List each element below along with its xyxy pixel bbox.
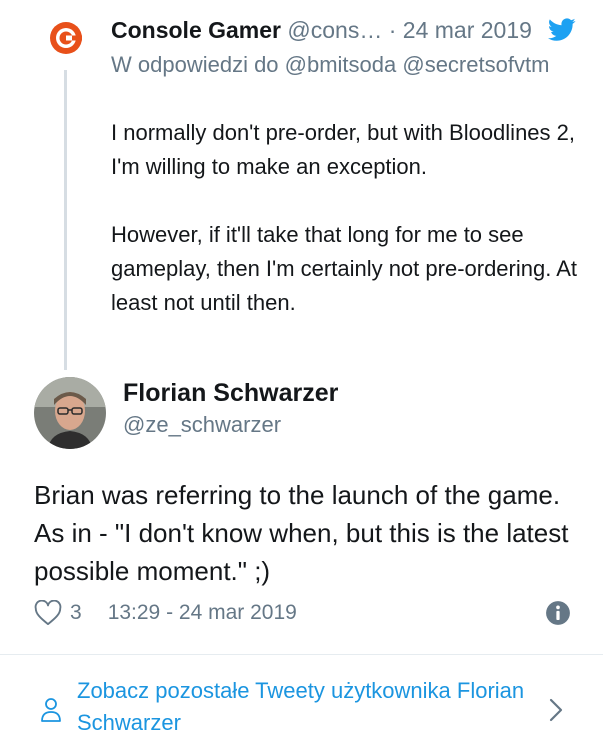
thread-line bbox=[64, 70, 67, 370]
reply-author-name[interactable]: Console Gamer bbox=[111, 17, 281, 43]
chevron-right-icon[interactable] bbox=[548, 696, 564, 724]
console-gamer-avatar[interactable] bbox=[48, 20, 84, 56]
divider bbox=[0, 654, 603, 655]
more-tweets-label[interactable]: Zobacz pozostałe Tweety użytkownika Flor… bbox=[77, 675, 527, 739]
florian-schwarzer-avatar[interactable] bbox=[34, 377, 106, 449]
tweet-meta: 3 13:29 - 24 mar 2019 bbox=[34, 596, 297, 630]
heart-icon[interactable] bbox=[34, 600, 62, 626]
like-count: 3 bbox=[70, 601, 82, 624]
reply-author-handle[interactable]: @cons… bbox=[287, 17, 382, 43]
reply-tweet-header: Console Gamer @cons… · 24 mar 2019 bbox=[111, 14, 532, 46]
reply-tweet-text: I normally don't pre-order, but with Blo… bbox=[111, 120, 578, 315]
main-author-handle[interactable]: @ze_schwarzer bbox=[123, 410, 281, 440]
main-tweet-text: Brian was referring to the launch of the… bbox=[34, 480, 569, 586]
user-icon bbox=[41, 698, 61, 722]
reply-date[interactable]: 24 mar 2019 bbox=[403, 17, 532, 43]
info-icon[interactable] bbox=[545, 600, 571, 626]
twitter-bird-icon[interactable] bbox=[548, 18, 576, 42]
tweet-timestamp[interactable]: 13:29 - 24 mar 2019 bbox=[108, 601, 297, 625]
replying-to[interactable]: W odpowiedzi do @bmitsoda @secretsofvtm bbox=[111, 48, 581, 82]
main-author-name[interactable]: Florian Schwarzer bbox=[123, 377, 338, 409]
separator-dot: · bbox=[388, 17, 397, 43]
